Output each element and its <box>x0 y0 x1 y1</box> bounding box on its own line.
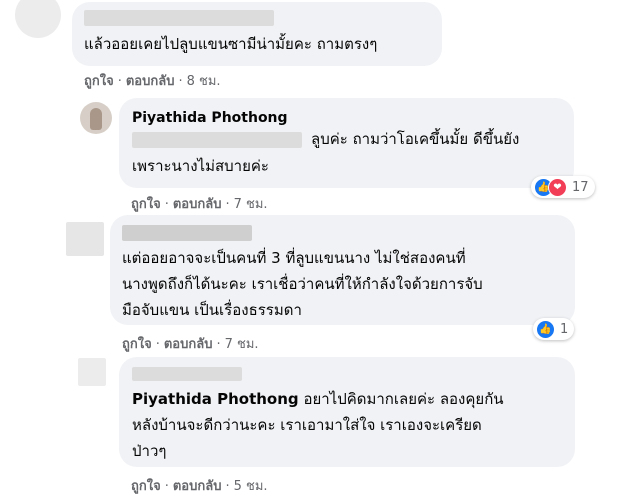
redacted-mention <box>132 132 302 148</box>
comment-text-line: มือจับแขน เป็นเรื่องธรรมดา <box>122 301 302 319</box>
comment-bubble: แล้วออยเคยไปลูบแขนซามีน่ามั้ยคะ ถามตรงๆ <box>72 2 442 66</box>
avatar-figure <box>90 108 102 130</box>
comment-bubble: แต่ออยอาจจะเป็นคนที่ 3 ที่ลูบแขนนาง ไม่ใ… <box>110 215 575 325</box>
redacted-author-name <box>84 10 274 26</box>
reply-action[interactable]: ตอบกลับ <box>173 479 222 494</box>
like-action[interactable]: ถูกใจ <box>84 74 114 89</box>
redacted-author-name <box>132 367 242 381</box>
reaction-summary[interactable]: 👍 ❤ 17 <box>531 176 595 198</box>
reply-action[interactable]: ตอบกลับ <box>164 337 213 352</box>
comment-author[interactable]: Piyathida Phothong <box>132 390 299 408</box>
comment-text-line: แล้วออยเคยไปลูบแขนซามีน่ามั้ยคะ ถามตรงๆ <box>84 35 378 53</box>
comment-text-segment: อยาไปคิดมากเลยค่ะ ลองคุยกัน <box>303 390 504 408</box>
comment-text-line: เพราะนางไม่สบายค่ะ <box>132 157 269 175</box>
avatar[interactable] <box>78 358 106 386</box>
avatar[interactable] <box>66 222 104 256</box>
avatar[interactable] <box>15 0 61 38</box>
comment-text-line: หลังบ้านจะดีกว่านะคะ เราเอามาใส่ใจ เราเอ… <box>132 416 482 434</box>
comment-text-line: ลูบค่ะ ถามว่าโอเคขึ้นมั้ย ดีขึ้นยัง <box>311 130 520 148</box>
comment-text-line: แต่ออยอาจจะเป็นคนที่ 3 ที่ลูบแขนนาง ไม่ใ… <box>122 249 466 267</box>
comment-actions: ถูกใจ · ตอบกลับ · 7 ชม. <box>131 197 268 212</box>
comment-author[interactable]: Piyathida Phothong <box>132 110 288 126</box>
comment-actions: ถูกใจ · ตอบกลับ · 5 ชม. <box>131 479 268 494</box>
comment-text-line: นางพูดถึงก็ได้นะคะ เราเชื่อว่าคนที่ให้กำ… <box>122 275 483 293</box>
comment-bubble: Piyathida Phothong ลูบค่ะ ถามว่าโอเคขึ้น… <box>119 98 574 188</box>
redacted-author-name <box>122 225 252 241</box>
avatar[interactable] <box>80 102 112 134</box>
timestamp[interactable]: 5 ชม. <box>234 479 268 494</box>
reaction-summary[interactable]: 👍 1 <box>533 318 575 340</box>
reply-action[interactable]: ตอบกลับ <box>126 74 175 89</box>
like-action[interactable]: ถูกใจ <box>131 479 161 494</box>
reply-action[interactable]: ตอบกลับ <box>173 197 222 212</box>
like-action[interactable]: ถูกใจ <box>122 337 152 352</box>
like-action[interactable]: ถูกใจ <box>131 197 161 212</box>
love-icon: ❤ <box>548 177 567 197</box>
timestamp[interactable]: 7 ชม. <box>225 337 259 352</box>
comment-bubble: Piyathida Phothong อยาไปคิดมากเลยค่ะ ลอง… <box>119 357 575 467</box>
timestamp[interactable]: 7 ชม. <box>234 197 268 212</box>
comment-text-line: ป่าวๆ <box>132 442 167 460</box>
comment-actions: ถูกใจ · ตอบกลับ · 8 ชม. <box>84 74 221 89</box>
reaction-count: 1 <box>560 321 569 337</box>
like-icon: 👍 <box>536 319 555 339</box>
comment-actions: ถูกใจ · ตอบกลับ · 7 ชม. <box>122 337 259 352</box>
comment-text-line: Piyathida Phothong อยาไปคิดมากเลยค่ะ ลอง… <box>132 386 504 413</box>
timestamp[interactable]: 8 ชม. <box>187 74 221 89</box>
reaction-count: 17 <box>572 179 589 195</box>
